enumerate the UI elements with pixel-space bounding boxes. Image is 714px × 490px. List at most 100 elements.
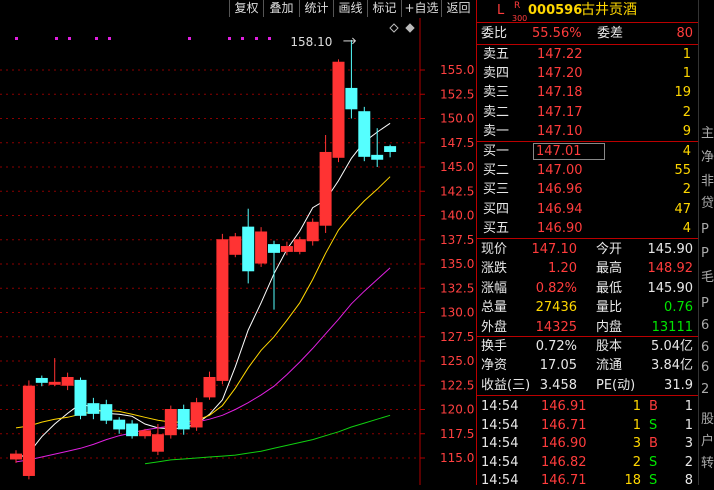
stat-row: 涨幅 0.82% 最低 145.90 — [477, 279, 699, 298]
bid-label: 买五 — [483, 220, 510, 236]
bid-label: 买三 — [483, 182, 510, 198]
marker-dot — [241, 37, 244, 40]
candle-body — [100, 404, 113, 421]
tick-side: B — [649, 436, 658, 451]
stat-label: 今开 — [596, 242, 623, 257]
ask-label: 卖四 — [483, 66, 510, 82]
toolbar-button-2[interactable]: 统计 — [299, 0, 333, 17]
tick-side: S — [649, 454, 658, 470]
bid-row: 买五 146.90 4 — [477, 219, 699, 238]
tick-row: 14:54 146.90 3 B 3 — [477, 434, 699, 453]
candle-body — [151, 434, 164, 452]
candle-body — [22, 385, 35, 476]
candle-body — [177, 409, 190, 430]
edge-glyph: 6 — [701, 340, 710, 355]
bid-row: 买三 146.96 2 — [477, 180, 699, 199]
edge-glyph: 非 — [701, 174, 714, 189]
edge-glyph: 转 — [701, 456, 714, 471]
tick-volume: 1 — [632, 417, 641, 433]
bid-volume: 4 — [682, 220, 691, 236]
stock-code[interactable]: 000596 — [528, 1, 582, 20]
diamond-icon — [389, 23, 399, 33]
ask-volume: 1 — [682, 66, 691, 82]
weibi-value: 55.56% — [532, 26, 582, 41]
ask-price: 147.17 — [537, 104, 583, 120]
toolbar-button-5[interactable]: +自选 — [401, 0, 441, 17]
marker-dot — [228, 37, 231, 40]
candle-body — [345, 87, 358, 110]
ask-row: 卖五 147.22 1 — [477, 45, 699, 64]
tick-time: 14:54 — [481, 417, 519, 433]
edge-glyph: 主 — [701, 126, 714, 141]
tick-price: 146.91 — [541, 399, 587, 414]
bid-volume: 2 — [682, 182, 691, 198]
candle-body — [10, 453, 22, 460]
ask-label: 卖一 — [483, 123, 510, 139]
y-tick-label: 140.0 — [440, 209, 474, 223]
stat-row: 涨跌 1.20 最高 148.92 — [477, 259, 699, 278]
ma-line-1 — [15, 176, 391, 429]
marker-dot — [95, 37, 98, 40]
candle-body — [332, 61, 345, 158]
y-tick-label: 155.0 — [440, 63, 474, 77]
fin-row: 收益(三) 3.458 PE(动) 31.9 — [477, 376, 699, 395]
y-tick-label: 132.5 — [440, 281, 474, 295]
marker-dot — [68, 37, 71, 40]
toolbar-button-3[interactable]: 画线 — [333, 0, 367, 17]
ask-volume: 19 — [674, 85, 691, 101]
tick-count: 2 — [684, 454, 693, 470]
edge-glyph: P — [701, 222, 709, 237]
bid-row: 买二 147.00 55 — [477, 161, 699, 180]
stat-row: 总量 27436 量比 0.76 — [477, 298, 699, 317]
toolbar-button-6[interactable]: 返回 — [441, 0, 475, 17]
candle-body — [203, 376, 216, 398]
stat-value: 145.90 — [647, 280, 694, 296]
tick-price: 146.82 — [541, 454, 587, 470]
y-tick-label: 115.0 — [440, 451, 474, 465]
bid-label: 买二 — [483, 163, 510, 179]
level-tag: L — [497, 3, 505, 18]
y-tick-label: 135.0 — [440, 257, 474, 271]
ask-label: 卖三 — [483, 85, 510, 101]
marker-dot — [188, 37, 191, 40]
tick-row: 14:54 146.91 1 B 1 — [477, 397, 699, 416]
bid-price: 146.90 — [537, 220, 583, 236]
ma-line-0 — [15, 122, 391, 460]
tick-side: S — [649, 417, 658, 433]
tick-time: 14:54 — [481, 436, 519, 451]
y-tick-label: 127.5 — [440, 330, 474, 344]
fin-value: 3.458 — [539, 377, 577, 393]
tick-price: 146.71 — [541, 473, 587, 488]
bid-row: 买一 147.01 4 — [477, 142, 699, 161]
candle-body — [139, 430, 151, 437]
tick-row: 14:54 146.71 1 S 1 — [477, 416, 699, 435]
fin-label: 净资 — [481, 358, 508, 374]
tick-count: 1 — [684, 399, 693, 414]
y-tick-label: 122.5 — [440, 378, 474, 392]
stat-value: 14325 — [535, 319, 577, 335]
marker-dot — [55, 37, 58, 40]
fin-row: 换手 0.72% 股本 5.04亿 — [477, 337, 699, 356]
candle-body — [126, 423, 139, 437]
stat-label: 内盘 — [596, 319, 623, 335]
weicha-value: 80 — [676, 26, 693, 41]
weibi-row: 委比 55.56% 委差 80 — [481, 26, 693, 41]
ask-volume: 9 — [682, 123, 691, 139]
candle-body — [280, 246, 293, 252]
toolbar-button-4[interactable]: 标记 — [367, 0, 401, 17]
candle-body — [61, 376, 74, 386]
tick-time: 14:54 — [481, 473, 519, 488]
candle-body — [216, 239, 229, 381]
stock-name[interactable]: 古井贡酒 — [581, 1, 637, 20]
edge-glyph: P — [701, 296, 709, 311]
tick-side: B — [649, 399, 658, 414]
toolbar-button-1[interactable]: 叠加 — [263, 0, 299, 17]
bid-row: 买四 146.94 47 — [477, 200, 699, 219]
candle-body — [87, 403, 100, 414]
fin-value: 17.05 — [539, 358, 577, 374]
tick-side: S — [649, 473, 658, 488]
fin-value: 3.84亿 — [651, 358, 693, 374]
fin-value: 5.04亿 — [651, 339, 693, 354]
fin-label: 股本 — [596, 339, 623, 354]
toolbar-button-0[interactable]: 复权 — [229, 0, 263, 17]
